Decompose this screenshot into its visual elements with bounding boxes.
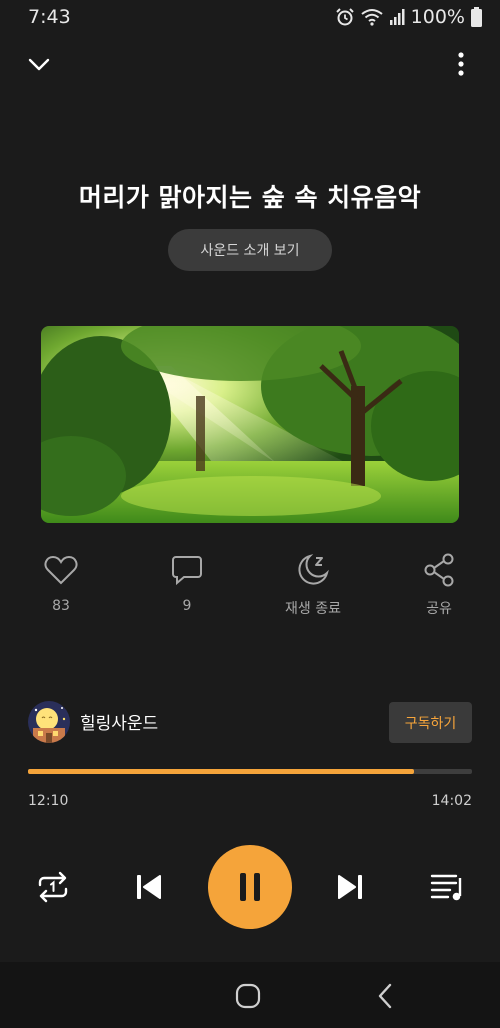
skip-next-icon (338, 875, 362, 899)
repeat-one-icon (38, 871, 68, 903)
back-button[interactable] (368, 979, 402, 1013)
wifi-icon (361, 9, 383, 26)
album-artwork (41, 326, 459, 523)
previous-button[interactable] (126, 864, 172, 910)
status-icons: 100% (335, 6, 482, 28)
sleep-timer-icon (298, 554, 329, 585)
current-time: 12:10 (28, 793, 69, 809)
progress-bar[interactable] (28, 769, 472, 774)
skip-previous-icon (137, 875, 161, 899)
collapse-button[interactable] (24, 50, 54, 80)
comment-icon (172, 556, 202, 586)
sleep-timer-action[interactable]: 재생 종료 (263, 552, 363, 618)
like-action[interactable]: 83 (11, 552, 111, 614)
sound-intro-button[interactable]: 사운드 소개 보기 (168, 229, 332, 271)
comment-count: 9 (182, 598, 192, 614)
subscribe-label: 구독하기 (404, 715, 457, 732)
chevron-down-icon (28, 58, 50, 71)
more-vertical-icon (458, 52, 464, 76)
channel-name[interactable]: 힐링사운드 (80, 709, 158, 734)
heart-icon (44, 555, 78, 585)
channel-avatar[interactable] (28, 701, 70, 743)
home-icon (235, 983, 261, 1009)
next-button[interactable] (327, 864, 373, 910)
moon-house-avatar-icon (28, 701, 70, 743)
pause-button[interactable] (208, 845, 292, 929)
comment-action[interactable]: 9 (137, 552, 237, 614)
share-action[interactable]: 공유 (389, 552, 489, 618)
sleep-timer-label: 재생 종료 (285, 601, 341, 617)
total-time: 14:02 (431, 793, 472, 809)
more-options-button[interactable] (446, 48, 476, 80)
back-icon (378, 983, 392, 1009)
status-time: 7:43 (28, 6, 71, 28)
forest-artwork-image (41, 326, 459, 523)
playlist-queue-button[interactable] (424, 864, 470, 910)
signal-icon (389, 9, 405, 25)
pause-icon (240, 873, 260, 901)
battery-icon (471, 7, 482, 27)
progress-fill (28, 769, 414, 774)
alarm-icon (335, 8, 354, 26)
sound-intro-label: 사운드 소개 보기 (200, 243, 300, 259)
status-bar: 7:43 100% (0, 0, 500, 34)
like-count: 83 (52, 598, 70, 614)
track-title: 머리가 맑아지는 숲 속 치유음악 (78, 183, 422, 212)
playlist-icon (430, 874, 462, 901)
subscribe-button[interactable]: 구독하기 (389, 702, 472, 743)
home-button[interactable] (231, 979, 265, 1013)
share-label: 공유 (426, 601, 452, 617)
share-icon (424, 553, 454, 587)
battery-percent: 100% (410, 6, 465, 28)
repeat-button[interactable] (30, 864, 76, 910)
